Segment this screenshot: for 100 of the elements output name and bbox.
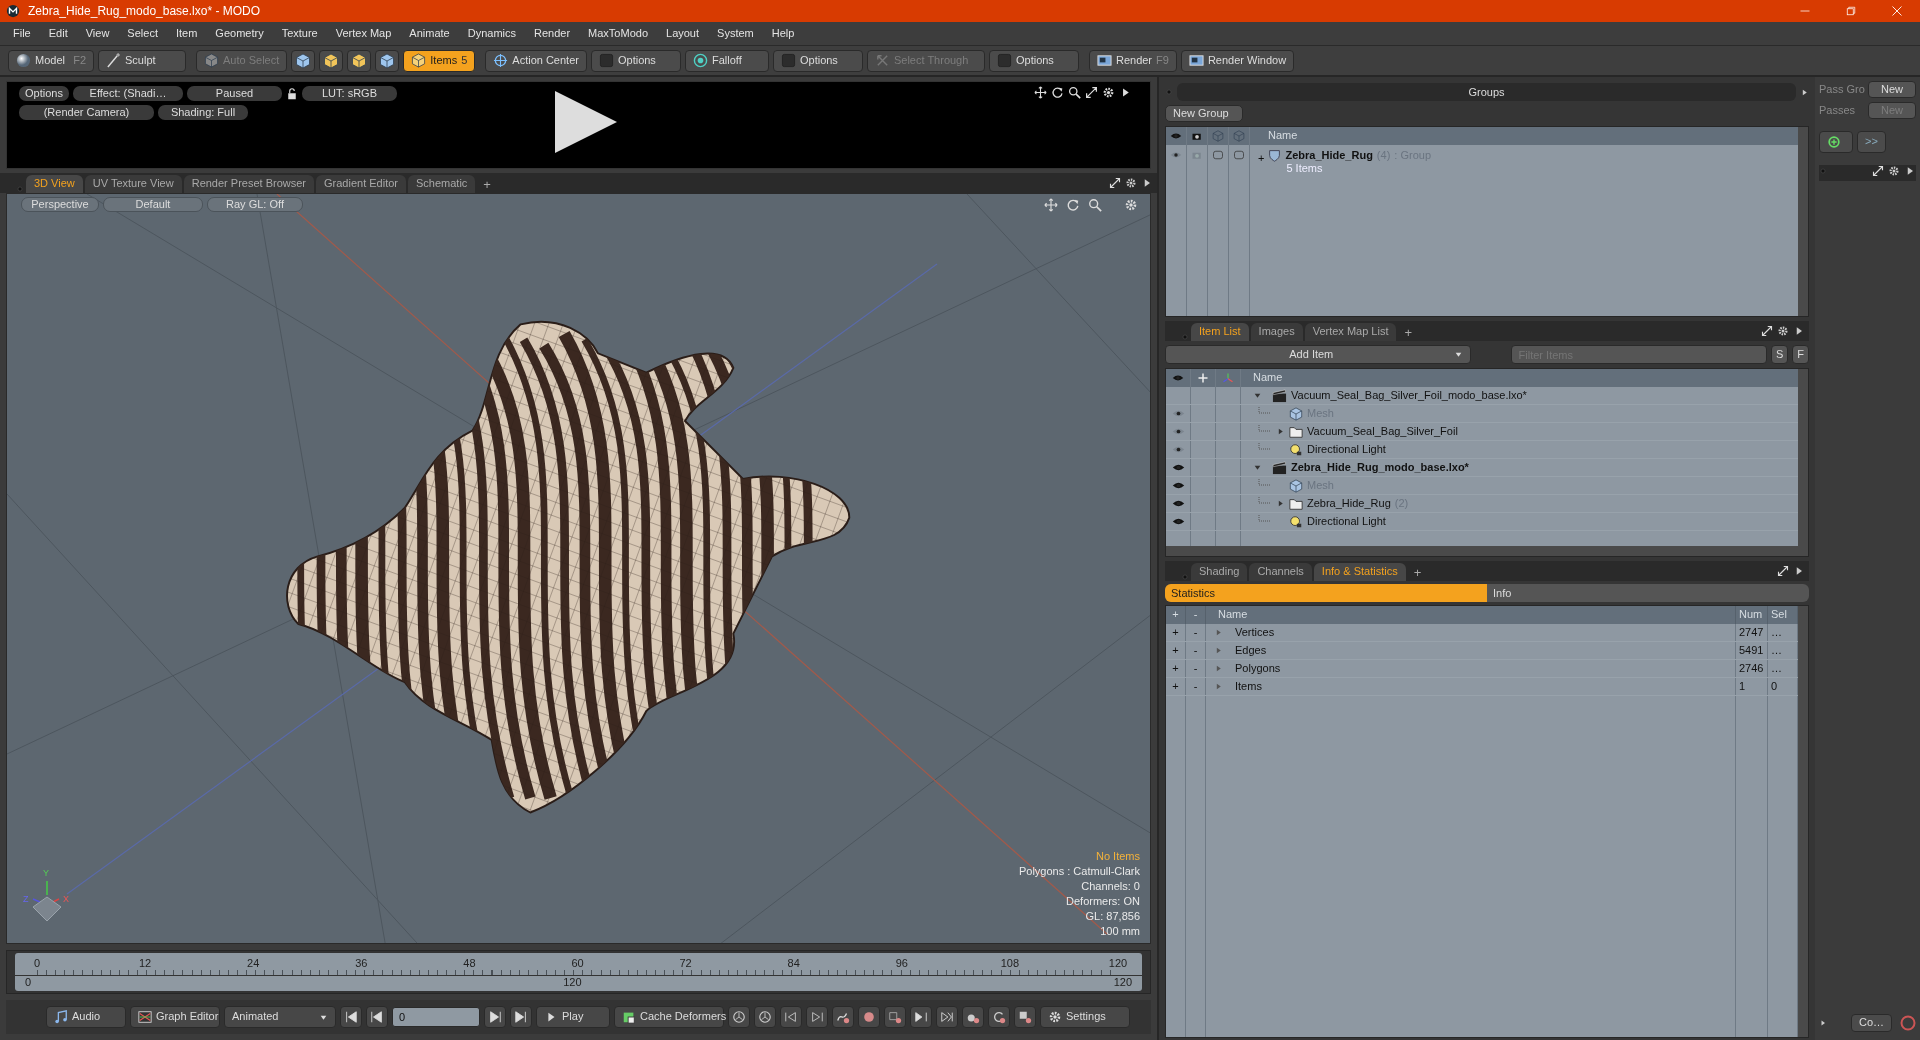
panel-tab[interactable]: Images [1250, 323, 1303, 341]
item-name[interactable]: Vacuum_Seal_Bag_Silver_Foil [1307, 424, 1458, 439]
skip-start-button[interactable] [340, 1006, 362, 1028]
panel-tab[interactable]: UV Texture View [84, 175, 182, 193]
item-name[interactable]: Zebra_Hide_Rug [1307, 496, 1391, 511]
panel-dot-icon[interactable] [16, 185, 24, 193]
toolbar-button[interactable]: Model F2 [8, 49, 94, 72]
settings-icon[interactable] [1102, 86, 1115, 99]
toolbar-button[interactable]: Options [772, 49, 863, 72]
toolbar-button[interactable]: Audio [46, 1006, 126, 1028]
group-name[interactable]: Zebra_Hide_Rug [1285, 149, 1373, 163]
menu-item[interactable]: View [76, 26, 119, 41]
panel-subtab[interactable]: Statistics [1165, 584, 1487, 602]
vertical-scrollbar[interactable] [1798, 369, 1808, 556]
refresh-button[interactable] [988, 1006, 1010, 1028]
panel-dot-icon[interactable] [1819, 167, 1827, 175]
link-button[interactable] [962, 1006, 984, 1028]
column-header[interactable]: + [1172, 608, 1179, 622]
column-header[interactable]: Name [1268, 129, 1298, 143]
menu-item[interactable]: Vertex Map [326, 26, 401, 41]
mode-dropdown[interactable]: Animated [224, 1006, 336, 1028]
toolbar-button[interactable]: Graph Editor [130, 1006, 220, 1028]
expand-arrow-icon[interactable] [1276, 427, 1285, 436]
last-key-button[interactable] [936, 1006, 958, 1028]
add-tab-button[interactable]: + [477, 177, 497, 193]
step-back-button[interactable] [366, 1006, 388, 1028]
horizontal-scrollbar[interactable] [1166, 546, 1798, 556]
previous-key-button[interactable] [780, 1006, 802, 1028]
key-button[interactable] [728, 1006, 750, 1028]
panel-dot-icon[interactable] [1181, 333, 1189, 341]
panel-tab[interactable]: Gradient Editor [316, 175, 406, 193]
add-item-dropdown[interactable]: Add Item [1165, 345, 1471, 364]
toolbar-button[interactable]: Render Window [1180, 49, 1295, 72]
add-tab-button[interactable]: + [1407, 565, 1428, 581]
vertical-scrollbar[interactable] [1798, 127, 1808, 316]
preview-option[interactable]: (Render Camera) [19, 105, 154, 120]
selection-mode-button[interactable] [375, 49, 400, 72]
scene-name[interactable]: Vacuum_Seal_Bag_Silver_Foil_modo_base.lxo* [1291, 388, 1527, 403]
add-selection-button[interactable]: + [1172, 679, 1179, 694]
menu-item[interactable]: Texture [272, 26, 327, 41]
restore-icon[interactable] [1845, 5, 1857, 17]
menu-item[interactable]: File [4, 26, 40, 41]
checkbox-icon[interactable] [1233, 149, 1245, 161]
viewport-option[interactable]: Default [103, 197, 203, 212]
settings-icon[interactable] [1888, 165, 1900, 177]
toolbar-button[interactable]: Settings [1040, 1006, 1130, 1028]
more-button[interactable]: >> [1857, 131, 1886, 153]
toolbar-button[interactable]: Action Center [485, 49, 587, 72]
menu-item[interactable]: Item [166, 26, 207, 41]
maximize-icon[interactable] [1872, 165, 1884, 177]
panel-tab[interactable]: Shading [1191, 563, 1248, 581]
settings-icon[interactable] [1125, 177, 1137, 189]
remove-selection-button[interactable]: - [1193, 625, 1198, 640]
panel-tab[interactable]: Info & Statistics [1313, 563, 1406, 581]
column-header[interactable]: Name [1253, 371, 1283, 385]
column-header[interactable]: Name [1218, 608, 1248, 622]
rotate-icon[interactable] [1051, 86, 1064, 99]
maximize-icon[interactable] [1761, 325, 1773, 337]
maximize-icon[interactable] [1109, 177, 1121, 189]
stop-icon[interactable] [1900, 1015, 1916, 1031]
new-group-button[interactable]: New Group [1165, 105, 1243, 122]
auto-key-button[interactable] [832, 1006, 854, 1028]
column-header[interactable]: Sel [1771, 608, 1787, 622]
record-button[interactable] [858, 1006, 880, 1028]
panel-tab[interactable]: Render Preset Browser [183, 175, 314, 193]
move-icon[interactable] [1034, 86, 1047, 99]
frame-field[interactable]: 0 [392, 1007, 480, 1027]
panel-tab[interactable]: 3D View [26, 175, 83, 193]
toolbar-button[interactable]: Options [988, 49, 1079, 72]
new-button[interactable]: New [1868, 81, 1916, 98]
plus-icon[interactable] [1197, 372, 1209, 384]
item-name[interactable]: Directional Light [1307, 442, 1386, 457]
remove-selection-button[interactable]: - [1193, 679, 1198, 694]
toolbar-button[interactable]: Options [590, 49, 681, 72]
collapse-arrow-icon[interactable] [1253, 463, 1262, 472]
add-tab-button[interactable]: + [1398, 325, 1419, 341]
f-button[interactable]: F [1792, 345, 1809, 364]
column-header[interactable]: Num [1739, 608, 1763, 622]
preview-option[interactable]: LUT: sRGB [302, 86, 397, 101]
next-key-button[interactable] [806, 1006, 828, 1028]
skip-key-button[interactable] [910, 1006, 932, 1028]
arrow-icon[interactable] [1800, 87, 1809, 97]
toolbar-button[interactable]: Play [536, 1006, 610, 1028]
add-pass-button[interactable] [1819, 131, 1853, 153]
add-selection-button[interactable]: + [1172, 661, 1179, 676]
toolbar-button[interactable]: Sculpt [98, 49, 186, 72]
arrow-icon[interactable] [1819, 1019, 1827, 1027]
toolbar-button[interactable]: Cache Deformers [614, 1006, 724, 1028]
viewport-option[interactable]: Ray GL: Off [207, 197, 303, 212]
menu-item[interactable]: Geometry [206, 26, 273, 41]
key-all-button[interactable] [884, 1006, 906, 1028]
menu-item[interactable]: Select [118, 26, 167, 41]
panel-tab[interactable]: Vertex Map List [1304, 323, 1397, 341]
remove-selection-button[interactable]: - [1193, 661, 1198, 676]
collapse-button[interactable]: Co… [1850, 1014, 1892, 1032]
menu-item[interactable]: MaxToModo [579, 26, 657, 41]
panel-tab[interactable]: Schematic [408, 175, 476, 193]
remove-selection-button[interactable]: - [1193, 643, 1198, 658]
preview-option[interactable]: Options [19, 86, 69, 101]
s-button[interactable]: S [1770, 345, 1789, 364]
